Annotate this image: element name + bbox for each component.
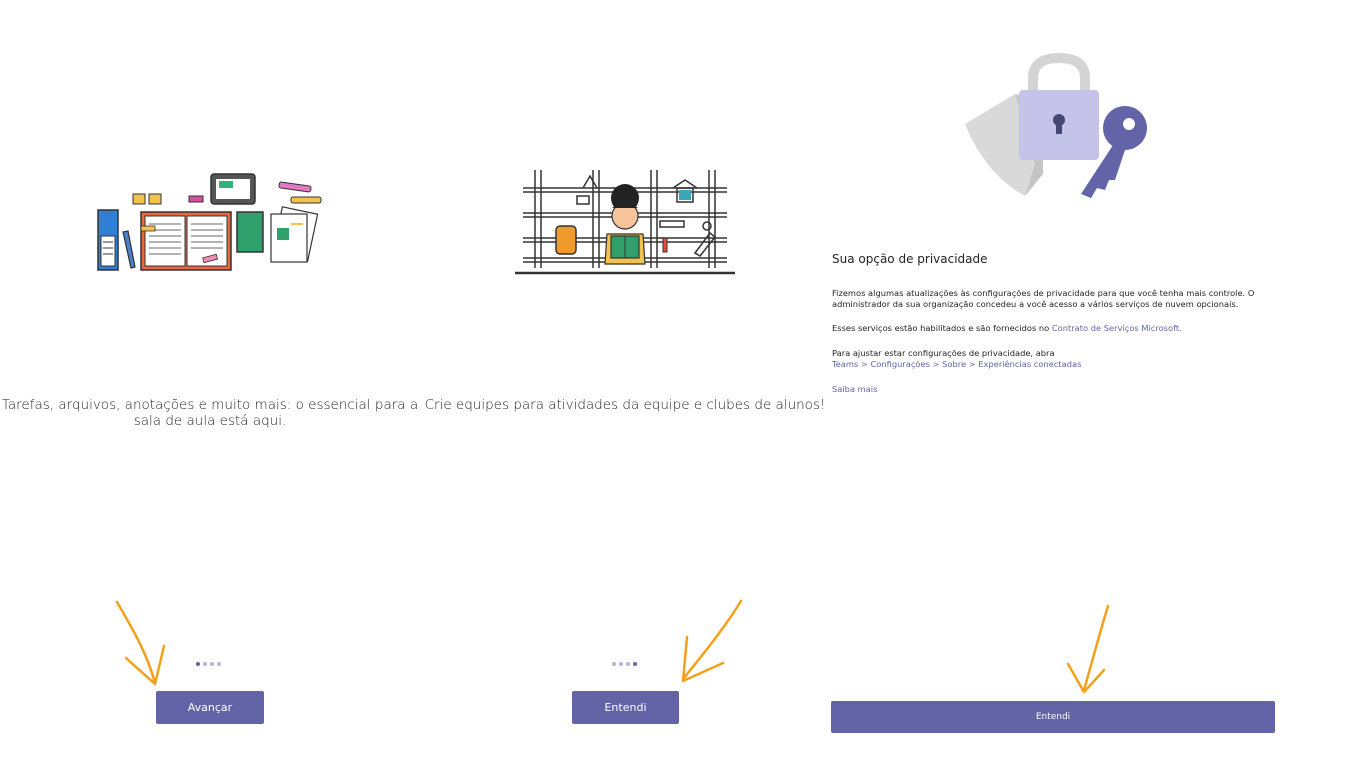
privacy-title: Sua opção de privacidade [832, 252, 988, 266]
pager-dot[interactable] [633, 662, 637, 666]
pager-dot[interactable] [210, 662, 214, 666]
student-clubs-illustration [515, 170, 735, 275]
privacy-lock-illustration [965, 52, 1147, 198]
classroom-supplies-illustration [97, 173, 322, 271]
privacy-got-it-button[interactable]: Entendi [831, 701, 1275, 733]
next-button[interactable]: Avançar [156, 691, 264, 724]
learn-more-link[interactable]: Saiba mais [832, 384, 877, 394]
services-text: Esses serviços estão habilitados e são f… [832, 323, 1052, 333]
services-agreement-link[interactable]: Contrato de Serviços Microsoft. [1052, 323, 1182, 333]
privacy-adjust: Para ajustar estar configurações de priv… [832, 348, 1272, 370]
arrow-annotation-icon [115, 600, 166, 686]
pager-dot[interactable] [217, 662, 221, 666]
privacy-intro: Fizemos algumas atualizações às configur… [832, 288, 1255, 309]
connected-experiences-link[interactable]: Teams > Configurações > Sobre > Experiên… [832, 359, 1081, 369]
slide-caption: Tarefas, arquivos, anotações e muito mai… [1, 397, 419, 429]
pager-dot[interactable] [626, 662, 630, 666]
pager-dot[interactable] [619, 662, 623, 666]
pager-dot[interactable] [203, 662, 207, 666]
pager-dot[interactable] [196, 662, 200, 666]
pager-dots [196, 662, 221, 666]
arrow-annotation-icon [681, 599, 743, 683]
pager-dot[interactable] [612, 662, 616, 666]
arrow-annotation-icon [1066, 604, 1110, 694]
slide-caption: Crie equipes para atividades da equipe e… [424, 397, 826, 413]
adjust-text: Para ajustar estar configurações de priv… [832, 348, 1055, 358]
learn-more-container: Saiba mais [832, 384, 1272, 395]
privacy-services: Esses serviços estão habilitados e são f… [832, 323, 1272, 334]
pager-dots [612, 662, 637, 666]
got-it-button[interactable]: Entendi [572, 691, 679, 724]
